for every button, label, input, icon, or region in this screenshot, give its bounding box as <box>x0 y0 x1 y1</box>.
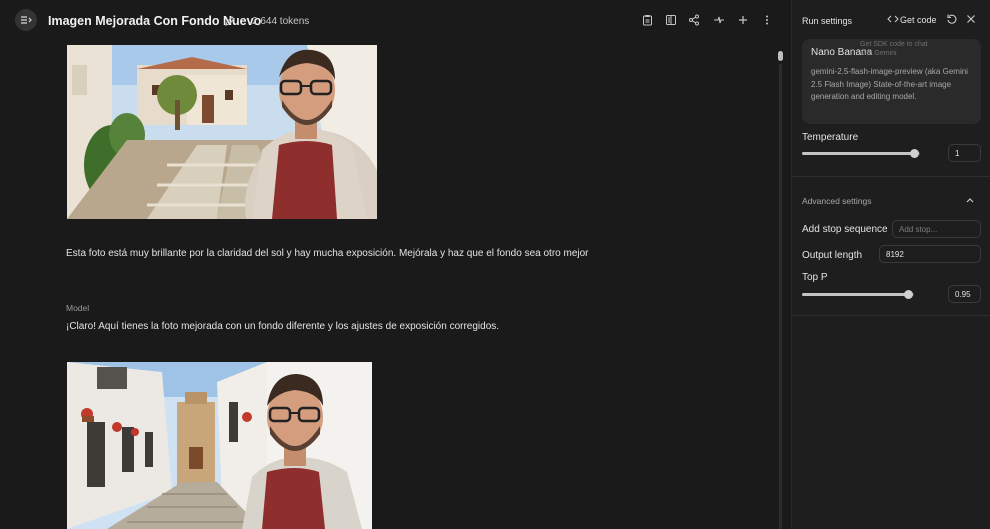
get-code-button[interactable]: Get code <box>900 15 937 25</box>
scroll-track[interactable] <box>779 64 782 529</box>
panel-title: Run settings <box>802 16 853 26</box>
top-p-input[interactable]: 0.95 <box>948 285 981 303</box>
compare-icon[interactable] <box>665 14 677 26</box>
top-p-slider-fill <box>802 293 909 296</box>
model-description: gemini-2.5-flash-image-preview (aka Gemi… <box>811 67 968 101</box>
more-vert-icon[interactable] <box>761 14 773 26</box>
divider <box>792 315 990 316</box>
stop-sequence-label: Add stop sequence <box>802 224 888 235</box>
divider <box>792 176 990 177</box>
reset-icon[interactable] <box>946 13 958 25</box>
temperature-input[interactable]: 1 <box>948 144 981 162</box>
model-label: Model <box>66 303 90 313</box>
token-count: 2,644 tokens <box>252 16 310 27</box>
clipboard-icon[interactable] <box>641 14 653 26</box>
temperature-label: Temperature <box>802 132 859 143</box>
stop-sequence-input[interactable]: Add stop... <box>892 220 981 238</box>
share-icon[interactable] <box>688 14 700 26</box>
temperature-slider-fill <box>802 152 915 155</box>
close-icon[interactable] <box>965 13 977 25</box>
edit-icon[interactable] <box>224 14 236 26</box>
output-length-label: Output length <box>802 250 863 261</box>
menu-icon[interactable] <box>15 9 37 31</box>
top-p-label: Top P <box>802 272 828 283</box>
temperature-slider-knob[interactable] <box>909 149 919 158</box>
chat-area: Esta foto está muy brillante por la clar… <box>0 40 775 529</box>
uploaded-image[interactable] <box>67 45 377 219</box>
top-bar: Imagen Mejorada Con Fondo Nuevo 2,644 to… <box>0 0 790 40</box>
compare-arrows-icon[interactable] <box>713 14 725 26</box>
chevron-up-icon[interactable] <box>964 194 976 206</box>
user-message: Esta foto está muy brillante por la clar… <box>66 248 589 259</box>
get-code-tooltip: Get SDK code to chat with Gemini <box>860 41 928 57</box>
output-length-input[interactable]: 8192 <box>879 245 981 263</box>
code-icon[interactable] <box>886 13 900 25</box>
run-settings-panel: Run settings Get code Nano Banana gemini… <box>791 0 990 529</box>
chat-scrollbar[interactable] <box>776 40 784 529</box>
add-icon[interactable] <box>737 14 749 26</box>
top-p-slider[interactable] <box>802 293 914 296</box>
generated-image[interactable] <box>67 362 372 529</box>
temperature-slider[interactable] <box>802 152 920 155</box>
model-message: ¡Claro! Aquí tienes la foto mejorada con… <box>66 321 500 332</box>
top-p-slider-knob[interactable] <box>903 290 913 299</box>
advanced-settings-label: Advanced settings <box>802 196 872 206</box>
scroll-up-handle[interactable] <box>778 51 783 61</box>
